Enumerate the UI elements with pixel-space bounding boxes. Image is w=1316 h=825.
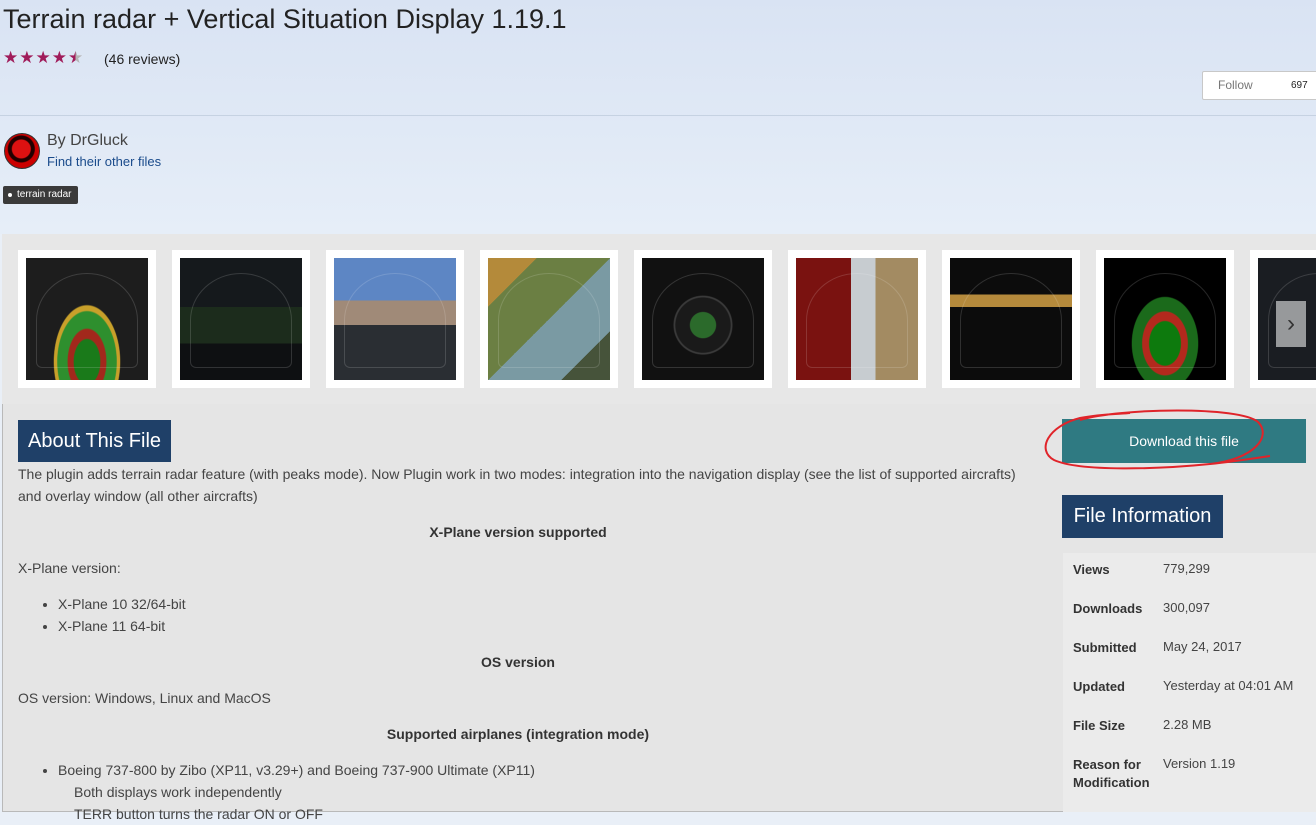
airplanes-list: Boeing 737-800 by Zibo (XP11, v3.29+) an… xyxy=(38,759,535,781)
info-value: 300,097 xyxy=(1163,600,1210,615)
os-heading: OS version xyxy=(481,654,555,670)
about-heading: About This File xyxy=(18,420,172,462)
info-key: Updated xyxy=(1073,679,1125,694)
screenshot-image xyxy=(488,258,610,380)
info-row-views: Views 779,299 xyxy=(1063,553,1316,592)
list-item: X-Plane 11 64-bit xyxy=(58,615,186,637)
author-other-files-link[interactable]: Find their other files xyxy=(47,154,161,169)
xplane-version-heading: X-Plane version supported xyxy=(429,524,607,540)
rating-stars: ★ ★ ★ ★ ★ xyxy=(3,49,83,67)
star-icon: ★ xyxy=(19,48,35,67)
author-name[interactable]: By DrGluck xyxy=(47,132,128,150)
file-information-heading: File Information xyxy=(1062,495,1223,538)
screenshot-gallery xyxy=(2,234,1316,404)
gallery-thumbnail[interactable] xyxy=(326,250,464,388)
info-key: Views xyxy=(1073,562,1110,577)
page-title: Terrain radar + Vertical Situation Displ… xyxy=(3,4,567,34)
gallery-thumbnail[interactable] xyxy=(18,250,156,388)
star-icon: ★ xyxy=(3,48,19,67)
info-value: 2.28 MB xyxy=(1163,717,1212,732)
chevron-right-icon[interactable]: › xyxy=(1276,301,1306,347)
info-value: 779,299 xyxy=(1163,561,1210,576)
about-intro: The plugin adds terrain radar feature (w… xyxy=(18,466,1016,504)
supported-airplanes-heading: Supported airplanes (integration mode) xyxy=(386,726,650,742)
info-row-updated: Updated Yesterday at 04:01 AM xyxy=(1063,670,1316,709)
xplane-version-list: X-Plane 10 32/64-bit X-Plane 11 64-bit xyxy=(38,593,186,637)
os-text: OS version: Windows, Linux and MacOS xyxy=(18,690,271,706)
red-circle-annotation xyxy=(1044,409,1271,470)
airplane-note: TERR button turns the radar ON or OFF xyxy=(74,806,323,822)
info-row-submitted: Submitted May 24, 2017 xyxy=(1063,631,1316,670)
info-value: May 24, 2017 xyxy=(1163,639,1242,654)
screenshot-image xyxy=(1104,258,1226,380)
info-key: Downloads xyxy=(1073,601,1143,616)
file-header: Terrain radar + Vertical Situation Displ… xyxy=(0,0,1316,234)
gallery-thumbnail[interactable] xyxy=(942,250,1080,388)
screenshot-image xyxy=(180,258,302,380)
list-item: Boeing 737-800 by Zibo (XP11, v3.29+) an… xyxy=(58,759,535,781)
screenshot-image xyxy=(642,258,764,380)
info-row-reason: Reason for Modification Version 1.19 xyxy=(1063,748,1316,812)
info-key: File Size xyxy=(1073,718,1126,733)
gallery-thumbnail[interactable] xyxy=(788,250,926,388)
gallery-thumbnail[interactable] xyxy=(480,250,618,388)
gallery-thumbnail[interactable] xyxy=(634,250,772,388)
gallery-thumbnail[interactable] xyxy=(172,250,310,388)
gallery-thumbnail[interactable] xyxy=(1096,250,1234,388)
screenshot-image xyxy=(334,258,456,380)
info-key: Submitted xyxy=(1073,640,1137,655)
divider xyxy=(0,115,1316,116)
info-row-downloads: Downloads 300,097 xyxy=(1063,592,1316,631)
follower-count: 697 xyxy=(1291,80,1308,91)
screenshot-image xyxy=(950,258,1072,380)
airplane-note: Both displays work independently xyxy=(74,784,282,800)
follow-button[interactable]: Follow 697 xyxy=(1202,71,1316,100)
info-value: Version 1.19 xyxy=(1163,756,1236,771)
follow-label: Follow xyxy=(1218,78,1253,92)
tag-terrain-radar[interactable]: terrain radar xyxy=(3,186,79,204)
screenshot-image xyxy=(796,258,918,380)
author-avatar[interactable] xyxy=(4,133,40,169)
info-key: Reason for Modification xyxy=(1073,757,1150,790)
half-star-icon: ★ xyxy=(68,48,84,67)
screenshot-image xyxy=(26,258,148,380)
xplane-version-label: X-Plane version: xyxy=(18,560,121,576)
info-row-file-size: File Size 2.28 MB xyxy=(1063,709,1316,748)
star-icon: ★ xyxy=(51,48,67,67)
info-value: Yesterday at 04:01 AM xyxy=(1163,678,1294,693)
review-count[interactable]: (46 reviews) xyxy=(104,51,180,67)
star-icon: ★ xyxy=(35,48,51,67)
list-item: X-Plane 10 32/64-bit xyxy=(58,593,186,615)
